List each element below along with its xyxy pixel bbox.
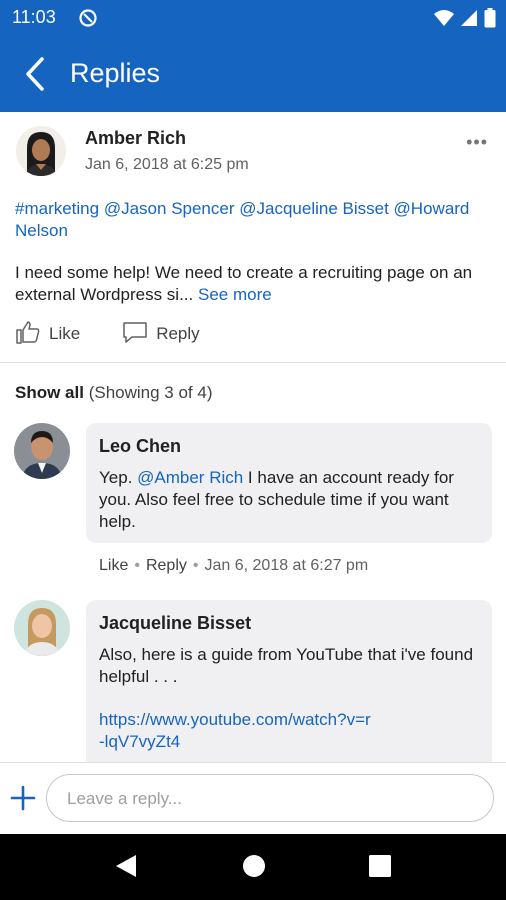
youtube-link-line-2[interactable]: -lqV7vyZt4	[99, 732, 180, 751]
thumbs-up-icon	[15, 319, 41, 350]
reply-bubble: Jacqueline Bisset Also, here is a guide …	[86, 600, 492, 762]
reply-bubble: Leo Chen Yep. @Amber Rich I have an acco…	[86, 423, 492, 543]
reply-input[interactable]: Leave a reply...	[46, 774, 494, 822]
show-all-row: Show all (Showing 3 of 4)	[15, 383, 213, 403]
reply-text: Yep. @Amber Rich I have an account ready…	[99, 467, 479, 533]
reply-reply-link[interactable]: Reply	[146, 557, 187, 574]
post-tags: #marketing @Jason Spencer @Jacqueline Bi…	[15, 198, 485, 242]
divider	[0, 362, 506, 363]
avatar-jacqueline-bisset[interactable]	[14, 600, 70, 656]
original-post: Amber Rich Jan 6, 2018 at 6:25 pm ••• #m…	[0, 112, 506, 362]
like-label: Like	[49, 324, 81, 343]
mention-amber-rich[interactable]: @Amber Rich	[137, 468, 243, 487]
reply-author[interactable]: Leo Chen	[99, 436, 181, 457]
nav-recents-icon[interactable]	[369, 855, 391, 882]
post-actions: Like Reply	[15, 319, 200, 349]
status-time: 11:03	[12, 7, 56, 27]
app-bar: Replies	[0, 36, 506, 112]
reply-button[interactable]: Reply	[122, 320, 200, 349]
reply-author[interactable]: Jacqueline Bisset	[99, 613, 251, 634]
tag-marketing[interactable]: #marketing	[15, 199, 99, 218]
wifi-icon	[434, 9, 454, 32]
post-author[interactable]: Amber Rich	[85, 128, 186, 149]
reply-like-link[interactable]: Like	[99, 557, 128, 574]
avatar-amber-rich[interactable]	[16, 126, 66, 176]
back-arrow-icon[interactable]	[20, 56, 50, 92]
reply-item: Jacqueline Bisset Also, here is a guide …	[0, 600, 506, 762]
mention-jacqueline-bisset[interactable]: @Jacqueline Bisset	[239, 199, 389, 218]
see-more-link[interactable]: See more	[198, 285, 272, 304]
more-options-icon[interactable]: •••	[466, 132, 488, 153]
separator-dot: •	[134, 557, 140, 574]
avatar-leo-chen[interactable]	[14, 423, 70, 479]
battery-icon	[484, 8, 496, 33]
page-title: Replies	[70, 58, 161, 88]
showing-count: (Showing 3 of 4)	[88, 383, 213, 402]
like-button[interactable]: Like	[15, 319, 80, 350]
reply-meta: Like • Reply • Jan 6, 2018 at 6:27 pm	[99, 557, 368, 575]
nav-back-icon[interactable]	[114, 853, 138, 884]
reply-text-start: Yep.	[99, 468, 138, 487]
separator-dot: •	[192, 557, 199, 574]
youtube-link-line-1[interactable]: https://www.youtube.com/watch?v=r	[99, 710, 371, 729]
post-body: I need some help! We need to create a re…	[15, 262, 493, 306]
reply-label: Reply	[156, 324, 200, 343]
comment-icon	[122, 320, 148, 349]
add-attachment-icon[interactable]	[10, 785, 36, 811]
reply-input-placeholder: Leave a reply...	[67, 789, 182, 808]
reply-composer: Leave a reply...	[0, 762, 506, 835]
do-not-disturb-icon	[78, 8, 98, 33]
post-date: Jan 6, 2018 at 6:25 pm	[85, 156, 249, 173]
reply-text: Also, here is a guide from YouTube that …	[99, 645, 474, 686]
youtube-link[interactable]: https://www.youtube.com/watch?v=r -lqV7v…	[99, 709, 479, 753]
nav-home-icon[interactable]	[242, 853, 266, 884]
reply-date: Jan 6, 2018 at 6:27 pm	[204, 557, 369, 574]
mention-jason-spencer[interactable]: @Jason Spencer	[104, 199, 235, 218]
system-nav-bar	[0, 834, 506, 900]
show-all-link[interactable]: Show all	[15, 383, 84, 402]
status-bar: 11:03	[0, 0, 506, 36]
signal-icon	[460, 9, 478, 32]
reply-item: Leo Chen Yep. @Amber Rich I have an acco…	[0, 423, 506, 583]
